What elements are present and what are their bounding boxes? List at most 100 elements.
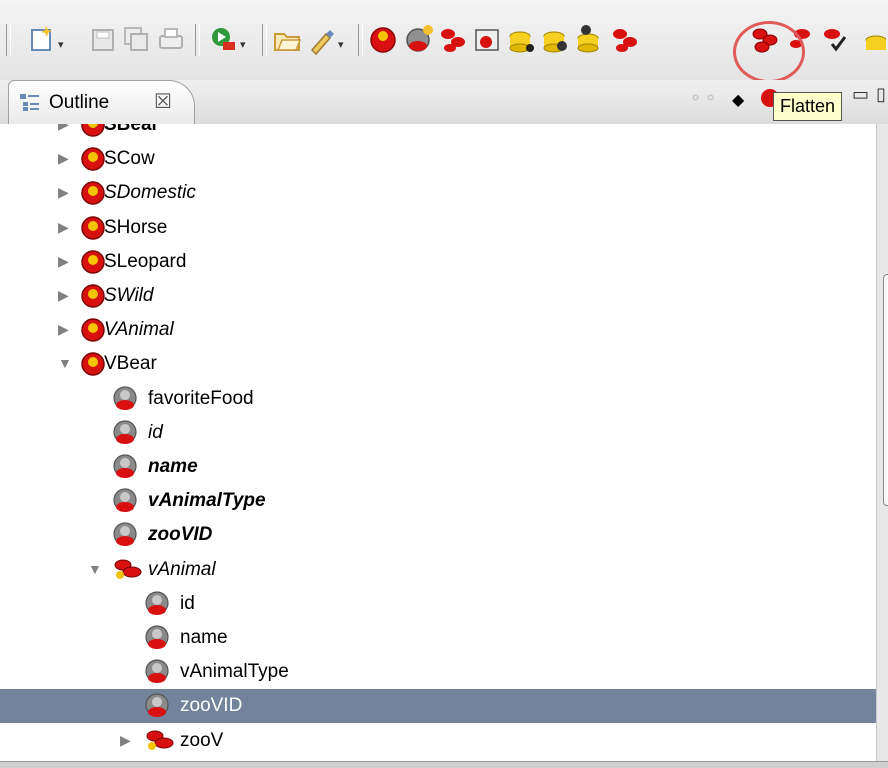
tree-item[interactable]: ▶ SCow	[0, 142, 876, 176]
entity-icon	[80, 249, 106, 280]
tree-item[interactable]: ▼ vAnimal	[0, 553, 876, 587]
expand-toggle-collapsed-icon[interactable]: ▶	[58, 124, 69, 133]
tree-item-label: vAnimalType	[180, 661, 289, 683]
database-generate-icon[interactable]	[540, 22, 570, 56]
tree-item[interactable]: ▼ VBear	[0, 347, 876, 381]
entity-icon	[80, 317, 106, 348]
edit-tool-icon[interactable]	[306, 22, 336, 56]
print-icon[interactable]	[156, 22, 186, 56]
attribute-icon	[112, 385, 138, 417]
relationship-icon[interactable]	[438, 22, 468, 56]
minimize-icon[interactable]: ▭	[852, 84, 869, 105]
run-icon[interactable]	[208, 22, 238, 56]
attribute-icon	[112, 488, 138, 519]
tab-outline[interactable]: Outline ☒	[8, 80, 195, 125]
expand-toggle-collapsed-icon[interactable]: ▶	[120, 732, 131, 749]
attribute-icon	[144, 591, 170, 622]
tree-item[interactable]: ▶ VAnimal	[0, 313, 876, 347]
tree-item-label: VAnimal	[104, 319, 174, 341]
relationship-icon	[144, 728, 176, 759]
tree-item[interactable]: ▶ SDomestic	[0, 176, 876, 210]
tree-item-label: vAnimal	[148, 558, 216, 580]
entity-add-icon[interactable]	[404, 22, 434, 56]
tree-item-label: SDomestic	[104, 182, 196, 204]
tree-item-label: id	[148, 421, 163, 443]
tree-item[interactable]: name	[0, 450, 876, 484]
tree-item[interactable]: ▶ SWild	[0, 279, 876, 313]
main-toolbar: ▾ ▾ ▾	[0, 0, 888, 83]
tree-item-label: name	[148, 456, 198, 477]
expand-toggle-collapsed-icon[interactable]: ▶	[58, 184, 69, 201]
entity-icon	[80, 146, 106, 177]
toolbar-separator	[262, 24, 267, 56]
view-tab-bar: Outline ☒ ⚬⚬ ◆ ▭ ▯	[0, 80, 888, 125]
maximize-icon[interactable]: ▯	[876, 84, 886, 105]
tab-outline-label: Outline	[49, 92, 110, 113]
filter-icon[interactable]: ⚬⚬	[688, 88, 718, 109]
expand-toggle-collapsed-icon[interactable]: ▶	[58, 219, 69, 236]
expand-toggle-collapsed-icon[interactable]: ▶	[58, 321, 69, 338]
attribute-icon	[144, 659, 170, 690]
expand-toggle-collapsed-icon[interactable]: ▶	[58, 150, 69, 167]
database-add-icon[interactable]	[574, 22, 604, 56]
tree-item-label: zooVID	[148, 524, 213, 546]
tree-item-label: SWild	[104, 285, 154, 306]
entity-icon	[80, 215, 106, 246]
scrollbar[interactable]	[876, 124, 888, 761]
tree-item[interactable]: zooVID	[0, 689, 876, 724]
tree-item[interactable]: ▶ zooV	[0, 724, 876, 758]
tree-item[interactable]: id	[0, 587, 876, 621]
entity-icon	[80, 283, 106, 314]
close-icon[interactable]: ☒	[154, 89, 172, 114]
tree-item[interactable]: vAnimalType	[0, 484, 876, 518]
tree-item[interactable]: vAnimalType	[0, 655, 876, 689]
tree-item-label: favoriteFood	[148, 387, 254, 409]
tree-item-label: name	[180, 627, 228, 648]
entity-icon[interactable]	[368, 22, 398, 56]
scrollbar-thumb[interactable]	[883, 274, 888, 506]
database-icon[interactable]	[856, 22, 886, 56]
tree-item-label: zooVID	[180, 695, 243, 717]
tree-item-label: VBear	[104, 353, 157, 375]
expand-toggle-expanded-icon[interactable]: ▼	[88, 561, 102, 577]
outline-tree: ▶ SBear ▶ SCow ▶ SDomestic ▶ SHorse ▶ SLeopard ▶ SW…	[0, 124, 888, 761]
expand-toggle-expanded-icon[interactable]: ▼	[58, 355, 72, 371]
run-dropdown-icon[interactable]: ▾	[240, 38, 246, 51]
hide-fields-icon[interactable]: ◆	[732, 90, 744, 110]
validate-icon[interactable]	[820, 22, 850, 56]
tree-item[interactable]: id	[0, 416, 876, 450]
flatten-tooltip: Flatten	[773, 92, 843, 121]
save-all-icon[interactable]	[122, 22, 152, 56]
tree-item[interactable]: zooVID	[0, 518, 876, 552]
entity-icon	[80, 180, 106, 211]
save-icon[interactable]	[88, 22, 118, 56]
relationship-add-icon[interactable]	[610, 22, 640, 56]
new-wizard-dropdown-icon[interactable]: ▾	[58, 38, 64, 51]
tree-item-label: zooV	[180, 729, 224, 751]
expand-toggle-collapsed-icon[interactable]: ▶	[58, 287, 69, 304]
flatten-highlight-circle	[733, 21, 805, 83]
tree-item[interactable]: ▶ SBear	[0, 124, 876, 142]
toolbar-separator	[358, 24, 363, 56]
tree-item[interactable]: name	[0, 621, 876, 655]
tree-item[interactable]: ▶ SLeopard	[0, 245, 876, 279]
tree-item-label: SHorse	[104, 216, 168, 238]
attribute-icon	[112, 420, 138, 451]
entity-form-icon[interactable]	[472, 22, 502, 56]
entity-icon	[80, 124, 106, 143]
expand-toggle-collapsed-icon[interactable]: ▶	[58, 253, 69, 270]
toolbar-separator	[6, 24, 11, 56]
relationship-icon	[112, 557, 144, 588]
tree-item-label: SBear	[104, 124, 159, 135]
tree-item[interactable]: favoriteFood	[0, 382, 876, 416]
toolbar-separator	[195, 24, 200, 56]
outline-icon	[19, 92, 41, 117]
attribute-icon	[112, 454, 138, 485]
database-icon[interactable]	[506, 22, 536, 56]
tree-item[interactable]: ▶ SHorse	[0, 211, 876, 245]
new-wizard-icon[interactable]	[28, 22, 58, 56]
tree-item-label: SLeopard	[104, 250, 187, 272]
open-icon[interactable]	[272, 22, 302, 56]
attribute-icon	[144, 625, 170, 656]
edit-tool-dropdown-icon[interactable]: ▾	[338, 38, 344, 51]
